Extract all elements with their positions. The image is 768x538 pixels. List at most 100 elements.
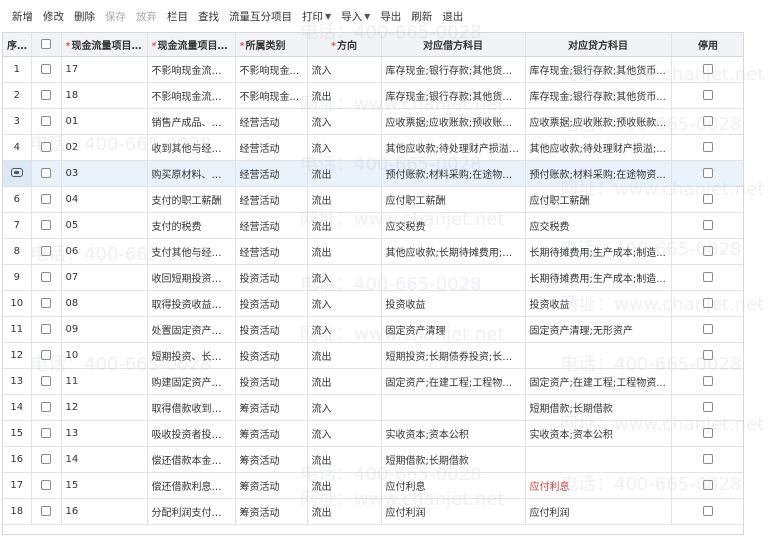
table-row[interactable]: 6 04 支付的职工薪酬 经营活动 流出 应付职工薪酬 应付职工薪酬 xyxy=(3,186,743,213)
cell-select[interactable] xyxy=(31,472,62,499)
cell-category[interactable]: 不影响现金... xyxy=(235,82,308,109)
row-select-checkbox[interactable] xyxy=(41,323,51,334)
cell-select[interactable] xyxy=(31,290,62,317)
disabled-checkbox[interactable] xyxy=(703,505,713,516)
cell-disabled[interactable] xyxy=(671,342,743,369)
cell-code[interactable]: 16 xyxy=(61,498,148,525)
cell-debit[interactable]: 库存现金;银行存款;其他货币... xyxy=(381,56,526,83)
table-row[interactable]: 8 06 支付其他与经营... 经营活动 流出 其他应收款;长期待摊费用;待... 长期待摊… xyxy=(3,238,743,265)
disabled-checkbox[interactable] xyxy=(703,453,713,464)
cell-disabled[interactable] xyxy=(671,82,743,109)
cell-category[interactable]: 投资活动 xyxy=(235,342,308,369)
cell-disabled[interactable] xyxy=(671,394,743,421)
cell-debit[interactable] xyxy=(381,264,526,291)
toolbar-button-10[interactable]: 导出 xyxy=(380,9,401,24)
select-all-checkbox[interactable] xyxy=(41,38,51,49)
toolbar-button-11[interactable]: 刷新 xyxy=(411,9,432,24)
cell-seq[interactable]: 17 xyxy=(3,472,32,499)
cell-category[interactable]: 经营活动 xyxy=(235,134,308,161)
cell-name[interactable]: 不影响现金流量... xyxy=(147,82,236,109)
cell-code[interactable]: 11 xyxy=(61,368,148,395)
cell-code[interactable]: 18 xyxy=(61,82,148,109)
cell-code[interactable]: 08 xyxy=(61,290,148,317)
disabled-checkbox[interactable] xyxy=(703,323,713,334)
cell-name[interactable]: 收到其他与经营... xyxy=(147,134,236,161)
cell-disabled[interactable] xyxy=(671,212,743,239)
cell-disabled[interactable] xyxy=(671,446,743,473)
toolbar-button-1[interactable]: 修改 xyxy=(43,9,64,24)
cell-select[interactable] xyxy=(31,394,62,421)
cell-code[interactable]: 03 xyxy=(61,160,148,187)
cell-seq[interactable]: 18 xyxy=(3,498,32,525)
cell-debit[interactable]: 固定资产;在建工程;工程物资... xyxy=(381,368,526,395)
cell-category[interactable]: 筹资活动 xyxy=(235,472,308,499)
cell-debit[interactable]: 其他应收款;长期待摊费用;待... xyxy=(381,238,526,265)
cell-code[interactable]: 05 xyxy=(61,212,148,239)
cell-seq[interactable]: 2 xyxy=(3,82,32,109)
cell-code[interactable]: 07 xyxy=(61,264,148,291)
header-disabled[interactable]: 停用 xyxy=(671,33,743,57)
cell-select[interactable] xyxy=(31,238,62,265)
cell-disabled[interactable] xyxy=(671,472,743,499)
toolbar-button-2[interactable]: 删除 xyxy=(74,9,95,24)
cell-direction[interactable]: 流出 xyxy=(307,368,382,395)
toolbar-button-6[interactable]: 查找 xyxy=(198,9,219,24)
toolbar-button-8[interactable]: 打印 ▼ xyxy=(302,9,331,24)
cell-category[interactable]: 经营活动 xyxy=(235,186,308,213)
table-row[interactable]: 2 18 不影响现金流量... 不影响现金... 流出 库存现金;银行存款;其他货币...… xyxy=(3,82,743,109)
table-row[interactable]: 11 09 处置固定资产、... 投资活动 流入 固定资产清理 固定资产清理;无形资产 xyxy=(3,316,743,343)
cell-category[interactable]: 经营活动 xyxy=(235,212,308,239)
cell-name[interactable]: 偿还借款利息支... xyxy=(147,472,236,499)
cell-seq[interactable]: 7 xyxy=(3,212,32,239)
cell-code[interactable]: 12 xyxy=(61,394,148,421)
row-select-checkbox[interactable] xyxy=(41,63,51,74)
cell-seq[interactable]: 13 xyxy=(3,368,32,395)
cell-name[interactable]: 取得借款收到的... xyxy=(147,394,236,421)
cell-name[interactable]: 吸收投资者投资... xyxy=(147,420,236,447)
cell-disabled[interactable] xyxy=(671,264,743,291)
cell-name[interactable]: 偿还借款本金支... xyxy=(147,446,236,473)
row-select-checkbox[interactable] xyxy=(41,297,51,308)
disabled-checkbox[interactable] xyxy=(703,193,713,204)
cell-category[interactable]: 筹资活动 xyxy=(235,420,308,447)
disabled-checkbox[interactable] xyxy=(703,245,713,256)
cell-credit[interactable]: 长期待摊费用;生产成本;制造... xyxy=(525,264,672,291)
cell-seq[interactable]: 15 xyxy=(3,420,32,447)
cell-debit[interactable]: 应付职工薪酬 xyxy=(381,186,526,213)
row-select-checkbox[interactable] xyxy=(41,271,51,282)
cell-direction[interactable]: 流出 xyxy=(307,212,382,239)
cell-name[interactable]: 处置固定资产、... xyxy=(147,316,236,343)
cell-select[interactable] xyxy=(31,446,62,473)
cell-credit[interactable]: 短期借款;长期借款 xyxy=(525,394,672,421)
cell-seq[interactable]: 6 xyxy=(3,186,32,213)
cell-seq[interactable]: 8 xyxy=(3,238,32,265)
toolbar-button-7[interactable]: 流量互分项目 xyxy=(229,9,292,24)
disabled-checkbox[interactable] xyxy=(703,349,713,360)
disabled-checkbox[interactable] xyxy=(703,375,713,386)
cell-category[interactable]: 筹资活动 xyxy=(235,498,308,525)
table-row[interactable]: 4 02 收到其他与经营... 经营活动 流入 其他应收款;待处理财产损溢;... 其他应收… xyxy=(3,134,743,161)
header-debit[interactable]: 对应借方科目 xyxy=(381,33,526,57)
disabled-checkbox[interactable] xyxy=(703,271,713,282)
cell-debit[interactable] xyxy=(381,394,526,421)
cell-disabled[interactable] xyxy=(671,108,743,135)
row-select-checkbox[interactable] xyxy=(41,453,51,464)
cell-category[interactable]: 投资活动 xyxy=(235,290,308,317)
cell-debit[interactable]: 应付利息 xyxy=(381,472,526,499)
row-select-checkbox[interactable] xyxy=(41,193,51,204)
cell-name[interactable]: 短期投资、长期... xyxy=(147,342,236,369)
row-select-checkbox[interactable] xyxy=(41,375,51,386)
cell-credit[interactable]: 库存现金;银行存款;其他货币... xyxy=(525,56,672,83)
cell-name[interactable]: 不影响现金流量... xyxy=(147,56,236,83)
cell-name[interactable]: 分配利润支付的... xyxy=(147,498,236,525)
cell-name[interactable]: 购买原材料、商... xyxy=(147,160,236,187)
cell-direction[interactable]: 流入 xyxy=(307,56,382,83)
cell-seq[interactable]: 16 xyxy=(3,446,32,473)
cell-disabled[interactable] xyxy=(671,290,743,317)
cell-code[interactable]: 14 xyxy=(61,446,148,473)
row-select-checkbox[interactable] xyxy=(41,427,51,438)
table-row[interactable]: 03 购买原材料、商... 经营活动 流出 预付账款;材料采购;在途物资... 预付账款;… xyxy=(3,160,743,187)
cell-disabled[interactable] xyxy=(671,316,743,343)
table-row[interactable]: 13 11 购建固定资产、... 投资活动 流出 固定资产;在建工程;工程物资... 固定资… xyxy=(3,368,743,395)
row-select-checkbox[interactable] xyxy=(41,349,51,360)
